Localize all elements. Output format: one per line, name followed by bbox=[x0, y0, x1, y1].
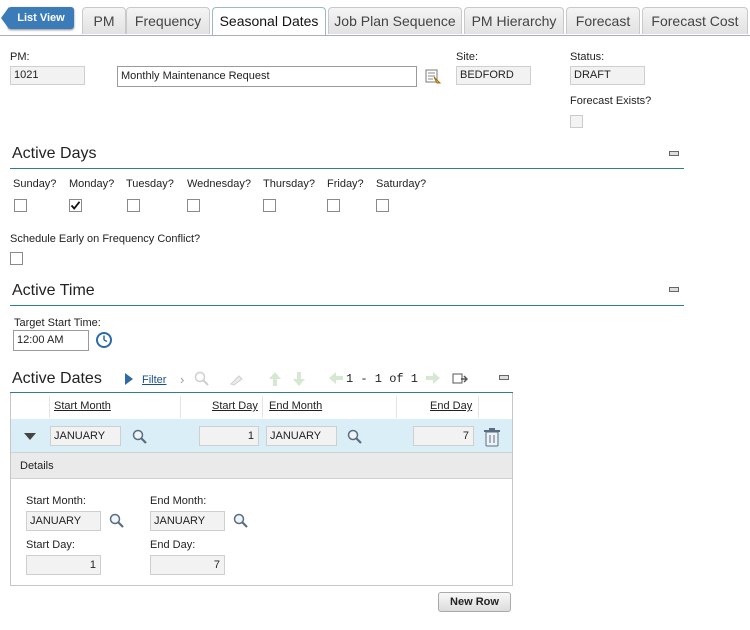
day-label-tuesday: Tuesday? bbox=[126, 178, 174, 190]
row-end-day[interactable]: 7 bbox=[413, 426, 474, 446]
schedule-early-label: Schedule Early on Frequency Conflict? bbox=[10, 233, 201, 245]
column-header-start-month[interactable]: Start Month bbox=[54, 400, 111, 412]
detail-end-month-label: End Month: bbox=[150, 495, 207, 507]
active-dates-title: Active Dates bbox=[12, 370, 102, 387]
long-description-icon[interactable] bbox=[424, 67, 442, 85]
target-start-label: Target Start Time: bbox=[14, 317, 101, 329]
day-label-sunday: Sunday? bbox=[13, 178, 57, 190]
forecast-exists-checkbox bbox=[570, 115, 583, 128]
friday-checkbox[interactable] bbox=[327, 199, 340, 212]
tab-seasonal-dates[interactable]: Seasonal Dates bbox=[212, 7, 326, 36]
active-time-divider bbox=[10, 305, 684, 306]
thursday-checkbox[interactable] bbox=[263, 199, 276, 212]
detail-start-day-label: Start Day: bbox=[26, 539, 75, 551]
column-header-end-month[interactable]: End Month bbox=[269, 400, 322, 412]
day-label-monday: Monday? bbox=[69, 178, 115, 190]
filter-arrow-icon[interactable] bbox=[124, 372, 134, 386]
site-field[interactable]: BEDFORD bbox=[456, 66, 531, 85]
arrow-up-icon bbox=[269, 372, 281, 386]
next-page-icon bbox=[426, 372, 440, 384]
row-start-day[interactable]: 1 bbox=[199, 426, 259, 446]
delete-row-icon[interactable] bbox=[483, 427, 501, 447]
forecast-exists-label: Forecast Exists? bbox=[570, 95, 652, 107]
row-expand-icon[interactable] bbox=[23, 431, 37, 441]
active-days-title: Active Days bbox=[12, 145, 97, 162]
collapse-active-time-icon[interactable] bbox=[669, 287, 679, 292]
detail-start-month-label: Start Month: bbox=[26, 495, 86, 507]
tab-forecast-cost[interactable]: Forecast Cost bbox=[642, 7, 748, 34]
active-days-divider bbox=[10, 168, 684, 169]
checkmark-icon bbox=[70, 201, 81, 210]
tab-frequency[interactable]: Frequency bbox=[126, 7, 210, 34]
detail-start-day[interactable]: 1 bbox=[26, 555, 101, 575]
list-view-button[interactable]: List View bbox=[1, 7, 74, 29]
site-label: Site: bbox=[456, 51, 479, 63]
detail-end-month[interactable]: JANUARY bbox=[150, 511, 225, 531]
previous-page-icon bbox=[329, 372, 343, 384]
clear-filter-icon bbox=[230, 375, 243, 386]
clock-icon[interactable] bbox=[95, 331, 113, 349]
target-start-input[interactable]: 12:00 AM bbox=[13, 330, 89, 351]
end-month-lookup-icon[interactable] bbox=[347, 429, 363, 445]
detail-end-month-lookup-icon[interactable] bbox=[233, 513, 249, 529]
collapse-active-dates-icon[interactable] bbox=[499, 375, 509, 380]
new-row-button[interactable]: New Row bbox=[438, 592, 511, 612]
detail-start-month-lookup-icon[interactable] bbox=[109, 513, 125, 529]
day-label-friday: Friday? bbox=[327, 178, 364, 190]
day-label-wednesday: Wednesday? bbox=[187, 178, 252, 190]
filter-link[interactable]: Filter bbox=[142, 374, 166, 386]
status-label: Status: bbox=[570, 51, 605, 63]
description-field[interactable]: Monthly Maintenance Request bbox=[117, 66, 417, 87]
download-icon[interactable] bbox=[452, 372, 468, 386]
schedule-early-checkbox[interactable] bbox=[10, 252, 23, 265]
sunday-checkbox[interactable] bbox=[14, 199, 27, 212]
tab-pm-hierarchy[interactable]: PM Hierarchy bbox=[464, 7, 564, 34]
collapse-active-days-icon[interactable] bbox=[669, 151, 679, 156]
detail-start-month[interactable]: JANUARY bbox=[26, 511, 101, 531]
details-header bbox=[11, 452, 512, 479]
row-end-month[interactable]: JANUARY bbox=[266, 426, 337, 446]
filter-chevron-icon: › bbox=[180, 372, 185, 387]
column-header-start-day[interactable]: Start Day bbox=[212, 400, 258, 412]
saturday-checkbox[interactable] bbox=[376, 199, 389, 212]
day-label-thursday: Thursday? bbox=[263, 178, 315, 190]
details-title: Details bbox=[20, 460, 54, 472]
active-time-title: Active Time bbox=[12, 282, 95, 299]
pagination-text: 1 - 1 of 1 bbox=[346, 372, 419, 386]
detail-end-day[interactable]: 7 bbox=[150, 555, 225, 575]
tab-pm[interactable]: PM bbox=[82, 7, 126, 34]
tab-job-plan-sequence[interactable]: Job Plan Sequence bbox=[328, 7, 462, 34]
column-header-end-day[interactable]: End Day bbox=[430, 400, 472, 412]
tab-underline bbox=[0, 35, 750, 36]
detail-end-day-label: End Day: bbox=[150, 539, 196, 551]
tab-bar: List View PM Frequency Seasonal Dates Jo… bbox=[0, 0, 750, 36]
search-disabled-icon bbox=[194, 371, 209, 386]
arrow-down-icon bbox=[293, 372, 305, 386]
day-label-saturday: Saturday? bbox=[376, 178, 427, 190]
pm-label: PM: bbox=[10, 51, 30, 63]
wednesday-checkbox[interactable] bbox=[187, 199, 200, 212]
pm-field[interactable]: 1021 bbox=[10, 66, 85, 85]
status-field[interactable]: DRAFT bbox=[570, 66, 645, 85]
tab-forecast[interactable]: Forecast bbox=[566, 7, 640, 34]
tuesday-checkbox[interactable] bbox=[127, 199, 140, 212]
start-month-lookup-icon[interactable] bbox=[132, 429, 148, 445]
monday-checkbox[interactable] bbox=[69, 199, 82, 212]
row-start-month[interactable]: JANUARY bbox=[50, 426, 121, 446]
